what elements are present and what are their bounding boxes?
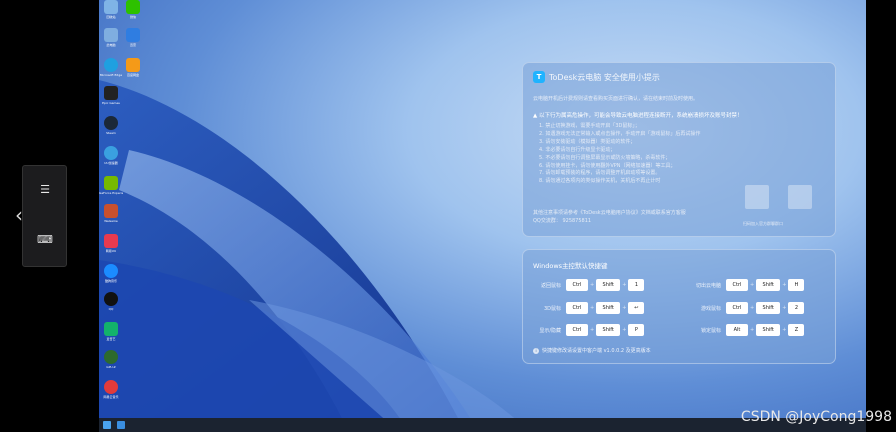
gpuz-icon <box>104 350 118 364</box>
desktop-icon-wegame[interactable]: WeGame <box>99 204 123 232</box>
desktop-icon-recycle-bin[interactable]: 回收站 <box>99 0 123 28</box>
taskbar-app-icon[interactable] <box>117 421 125 429</box>
recycle-bin-icon <box>104 0 118 14</box>
more-info: 其他注意事项请参考《ToDesk云电脑用户协议》文档或联系官方客服 QQ交流群：… <box>533 209 686 225</box>
watermark: CSDN @JoyCong1998 <box>740 409 892 425</box>
key-cap: Shift <box>596 302 621 314</box>
agreement-link[interactable]: 其他注意事项请参考《ToDesk云电脑用户协议》文档或联系官方客服 <box>533 209 686 217</box>
qr-code <box>745 185 769 209</box>
key-cap: ↩ <box>628 302 645 314</box>
todesk-logo-icon: T <box>533 71 545 83</box>
card-header: T ToDesk云电脑 安全使用小提示 <box>533 71 660 83</box>
rules-list: 1. 禁止切换游戏，需要手动开启「3D鼠标」； 2. 如遇游戏无法正常输入或点击… <box>539 123 700 186</box>
desktop-icon-qq[interactable]: QQ <box>99 292 123 320</box>
key-cap: 2 <box>788 302 805 314</box>
safety-tips-card: T ToDesk云电脑 安全使用小提示 云电脑开机后计费规则请查看购买页面进行确… <box>522 62 836 237</box>
warning-text: ▲ 以下行为属高危操作，可能会导致云电脑进程连接断开，系统崩溃损坏及账号封禁！ <box>533 113 743 119</box>
desktop-icon-baidu-netdisk[interactable]: 百度网盘 <box>121 58 145 86</box>
key-cap: Ctrl <box>566 279 588 291</box>
qr-code <box>788 185 812 209</box>
uu-accelerator-icon <box>104 146 118 160</box>
rule-item: 4. 非必要请勿自行升级显卡驱动； <box>539 146 616 153</box>
intro-text: 云电脑开机后计费规则请查看购买页面进行确认，请在结束时前及时使用。 <box>533 96 699 102</box>
chevron-left-icon[interactable]: ‹ <box>15 205 23 225</box>
key-cap: Shift <box>756 324 781 336</box>
computer-icon <box>104 28 118 42</box>
keyboard-icon[interactable]: ⌨ <box>37 233 53 247</box>
desktop-icon-netease-music[interactable]: 网易云音乐 <box>99 380 123 408</box>
key-cap: Ctrl <box>566 302 588 314</box>
desktop-icon-this-pc[interactable]: 此电脑 <box>99 28 123 56</box>
kugou-icon <box>104 264 118 278</box>
shortcut-note: i 快捷键修改请设置中客户端 v1.0.0.2 及更高版本 <box>533 347 651 354</box>
baidu-netdisk-icon <box>126 58 140 72</box>
desktop-icon-iqiyi[interactable]: 爱奇艺 <box>99 322 123 350</box>
desktop-icon-edge[interactable]: Microsoft Edge <box>99 58 123 86</box>
shortcut-row: 返回鼠标 Ctrl + Shift + 1 <box>523 279 645 291</box>
todesk-side-panel: ☰ ⌨ <box>22 165 67 267</box>
card-title: ToDesk云电脑 安全使用小提示 <box>549 72 660 82</box>
shortcut-row: 显示/隐藏 Ctrl + Shift + P <box>523 324 645 336</box>
rule-item: 3. 请勿安装驱动（模拟器）类驱动的软件； <box>539 138 636 145</box>
qq-icon <box>104 292 118 306</box>
xunlei-icon <box>126 28 140 42</box>
rule-item: 1. 禁止切换游戏，需要手动开启「3D鼠标」； <box>539 123 640 129</box>
iqiyi-icon <box>104 322 118 336</box>
shortcut-row: 游戏鼠标 Ctrl + Shift + 2 <box>683 302 805 314</box>
key-cap: Shift <box>596 324 621 336</box>
rule-item: 8. 请勿通过各项内的类似操作关机，关机后不再止计时 <box>539 178 661 185</box>
desktop-icon-uu[interactable]: UU加速器 <box>99 146 123 174</box>
shortcut-title: Windows主控默认快捷键 <box>533 262 608 270</box>
desktop-icon-epic[interactable]: Epic Games <box>99 86 123 114</box>
key-cap: H <box>788 279 805 291</box>
steam-icon <box>104 116 118 130</box>
shortcut-row: 切出云电脑 Ctrl + Shift + H <box>683 279 805 291</box>
key-cap: Shift <box>756 302 781 314</box>
desktop-icon-wechat[interactable]: 微信 <box>121 0 145 28</box>
desktop-icon-netease-uu[interactable]: 网易UU <box>99 234 123 262</box>
edge-icon <box>104 58 118 72</box>
wechat-icon <box>126 0 140 14</box>
key-cap: P <box>628 324 645 336</box>
start-icon[interactable] <box>103 421 111 429</box>
shortcut-row: 锁定鼠标 Alt + Shift + Z <box>683 324 805 336</box>
rule-item: 5. 不必要请勿自行调整屏幕显示或防火墙策略，杀毒软件； <box>539 154 671 161</box>
epic-games-icon <box>104 86 118 100</box>
right-black-bar <box>866 0 896 432</box>
desktop-icon-gpuz[interactable]: GPU-Z <box>99 350 123 378</box>
wegame-icon <box>104 204 118 218</box>
qq-group: QQ交流群： 925875811 <box>533 218 592 224</box>
shortcut-card: Windows主控默认快捷键 返回鼠标 Ctrl + Shift + 1 切出云电脑… <box>522 249 836 364</box>
menu-icon[interactable]: ☰ <box>37 183 53 197</box>
desktop-icon-kugou[interactable]: 酷狗音乐 <box>99 264 123 292</box>
key-cap: 1 <box>628 279 645 291</box>
netease-uu-icon <box>104 234 118 248</box>
desktop-icon-xunlei[interactable]: 迅雷 <box>121 28 145 56</box>
warning-label: 以下行为属高危操作，可能会导致云电脑进程连接断开，系统崩溃损坏及账号封禁！ <box>538 113 743 119</box>
key-cap: Alt <box>726 324 748 336</box>
key-cap: Ctrl <box>726 302 748 314</box>
info-icon: i <box>533 347 539 354</box>
rule-item: 2. 如遇游戏无法正常输入或点击操作，手动开启「游戏鼠标」后再试操作 <box>539 130 701 137</box>
key-cap: Shift <box>596 279 621 291</box>
desktop-icon-steam[interactable]: Steam <box>99 116 123 144</box>
qr-label: 扫码加入官方群聊群口 <box>743 221 783 226</box>
key-cap: Ctrl <box>726 279 748 291</box>
note-text: 快捷键修改请设置中客户端 v1.0.0.2 及更高版本 <box>542 348 651 354</box>
shortcut-row: 3D鼠标 Ctrl + Shift + ↩ <box>523 302 645 314</box>
key-cap: Z <box>788 324 805 336</box>
netease-music-icon <box>104 380 118 394</box>
key-cap: Ctrl <box>566 324 588 336</box>
key-cap: Shift <box>756 279 781 291</box>
geforce-icon <box>104 176 118 190</box>
desktop-icon-geforce[interactable]: GeForce Experience <box>99 176 123 204</box>
